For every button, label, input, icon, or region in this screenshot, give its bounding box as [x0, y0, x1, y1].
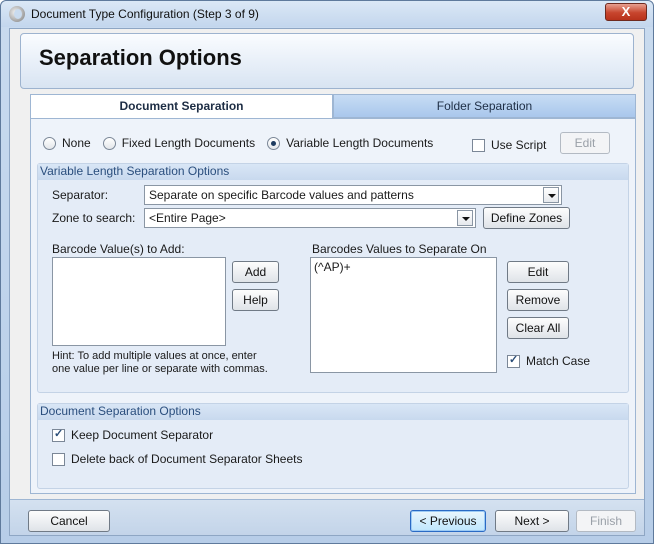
hint-line-2: one value per line or separate with comm…: [52, 363, 268, 375]
keep-separator-label[interactable]: Keep Document Separator: [71, 428, 213, 442]
page-header: Separation Options: [20, 33, 634, 89]
delete-back-option: Delete back of Document Separator Sheets: [52, 452, 302, 466]
add-button[interactable]: Add: [232, 261, 279, 283]
window-title: Document Type Configuration (Step 3 of 9…: [31, 7, 259, 21]
keep-separator-option: Keep Document Separator: [52, 427, 213, 442]
page-title: Separation Options: [39, 45, 242, 70]
close-button[interactable]: X: [605, 3, 647, 21]
zone-value: <Entire Page>: [149, 211, 226, 225]
tab-folder-separation[interactable]: Folder Separation: [333, 94, 636, 118]
separate-on-label: Barcodes Values to Separate On: [312, 242, 487, 256]
match-case-option: Match Case: [507, 353, 590, 368]
separator-label: Separator:: [52, 188, 109, 202]
use-script-label[interactable]: Use Script: [491, 138, 546, 152]
separator-value: Separate on specific Barcode values and …: [149, 188, 414, 202]
script-edit-button[interactable]: Edit: [560, 132, 610, 154]
list-item[interactable]: (^AP)+: [314, 260, 493, 274]
radio-variable-length-label[interactable]: Variable Length Documents: [286, 136, 433, 150]
wizard-window: Document Type Configuration (Step 3 of 9…: [0, 0, 654, 544]
use-script-checkbox[interactable]: [472, 138, 485, 152]
document-separation-options-group: Document Separation Options Keep Documen…: [37, 403, 629, 489]
document-separation-panel: None Fixed Length Documents Variable Len…: [30, 118, 636, 494]
zone-dropdown[interactable]: <Entire Page>: [144, 208, 476, 228]
edit-value-button[interactable]: Edit: [507, 261, 569, 283]
barcode-add-label: Barcode Value(s) to Add:: [52, 242, 185, 256]
keep-separator-checkbox[interactable]: [52, 427, 65, 442]
remove-button[interactable]: Remove: [507, 289, 569, 311]
chevron-down-icon[interactable]: [543, 187, 559, 203]
delete-back-checkbox[interactable]: [52, 452, 65, 466]
title-bar[interactable]: Document Type Configuration (Step 3 of 9…: [1, 1, 653, 27]
match-case-label[interactable]: Match Case: [526, 354, 590, 368]
hint-line-1: Hint: To add multiple values at once, en…: [52, 350, 257, 362]
separator-dropdown[interactable]: Separate on specific Barcode values and …: [144, 185, 562, 205]
zone-label: Zone to search:: [52, 211, 136, 225]
app-icon: [9, 6, 25, 22]
radio-fixed-length-label[interactable]: Fixed Length Documents: [122, 136, 255, 150]
next-button[interactable]: Next >: [495, 510, 569, 532]
tab-document-separation[interactable]: Document Separation: [30, 94, 333, 118]
use-script-option: Use Script: [472, 138, 546, 152]
radio-none[interactable]: [43, 136, 56, 150]
doc-sep-group-title: Document Separation Options: [38, 404, 628, 420]
separate-on-list[interactable]: (^AP)+: [310, 257, 497, 373]
client-area: Separation Options Document Separation F…: [9, 28, 645, 536]
hint-text: Hint: To add multiple values at once, en…: [52, 350, 268, 376]
radio-none-label[interactable]: None: [62, 136, 91, 150]
tab-strip: Document Separation Folder Separation: [30, 94, 636, 118]
help-button[interactable]: Help: [232, 289, 279, 311]
clear-all-button[interactable]: Clear All: [507, 317, 569, 339]
radio-fixed-length[interactable]: [102, 136, 116, 150]
mode-radio-group: None Fixed Length Documents Variable Len…: [43, 136, 433, 150]
match-case-checkbox[interactable]: [507, 353, 520, 368]
cancel-button[interactable]: Cancel: [28, 510, 110, 532]
chevron-down-icon[interactable]: [457, 210, 473, 226]
radio-variable-length[interactable]: [267, 136, 281, 150]
previous-button[interactable]: < Previous: [410, 510, 486, 532]
variable-length-group-title: Variable Length Separation Options: [38, 164, 628, 180]
finish-button[interactable]: Finish: [576, 510, 636, 532]
wizard-footer: Cancel < Previous Next > Finish: [10, 499, 644, 535]
define-zones-button[interactable]: Define Zones: [483, 207, 570, 229]
barcode-add-textbox[interactable]: [52, 257, 226, 346]
delete-back-label[interactable]: Delete back of Document Separator Sheets: [71, 452, 302, 466]
variable-length-group: Variable Length Separation Options Separ…: [37, 163, 629, 393]
